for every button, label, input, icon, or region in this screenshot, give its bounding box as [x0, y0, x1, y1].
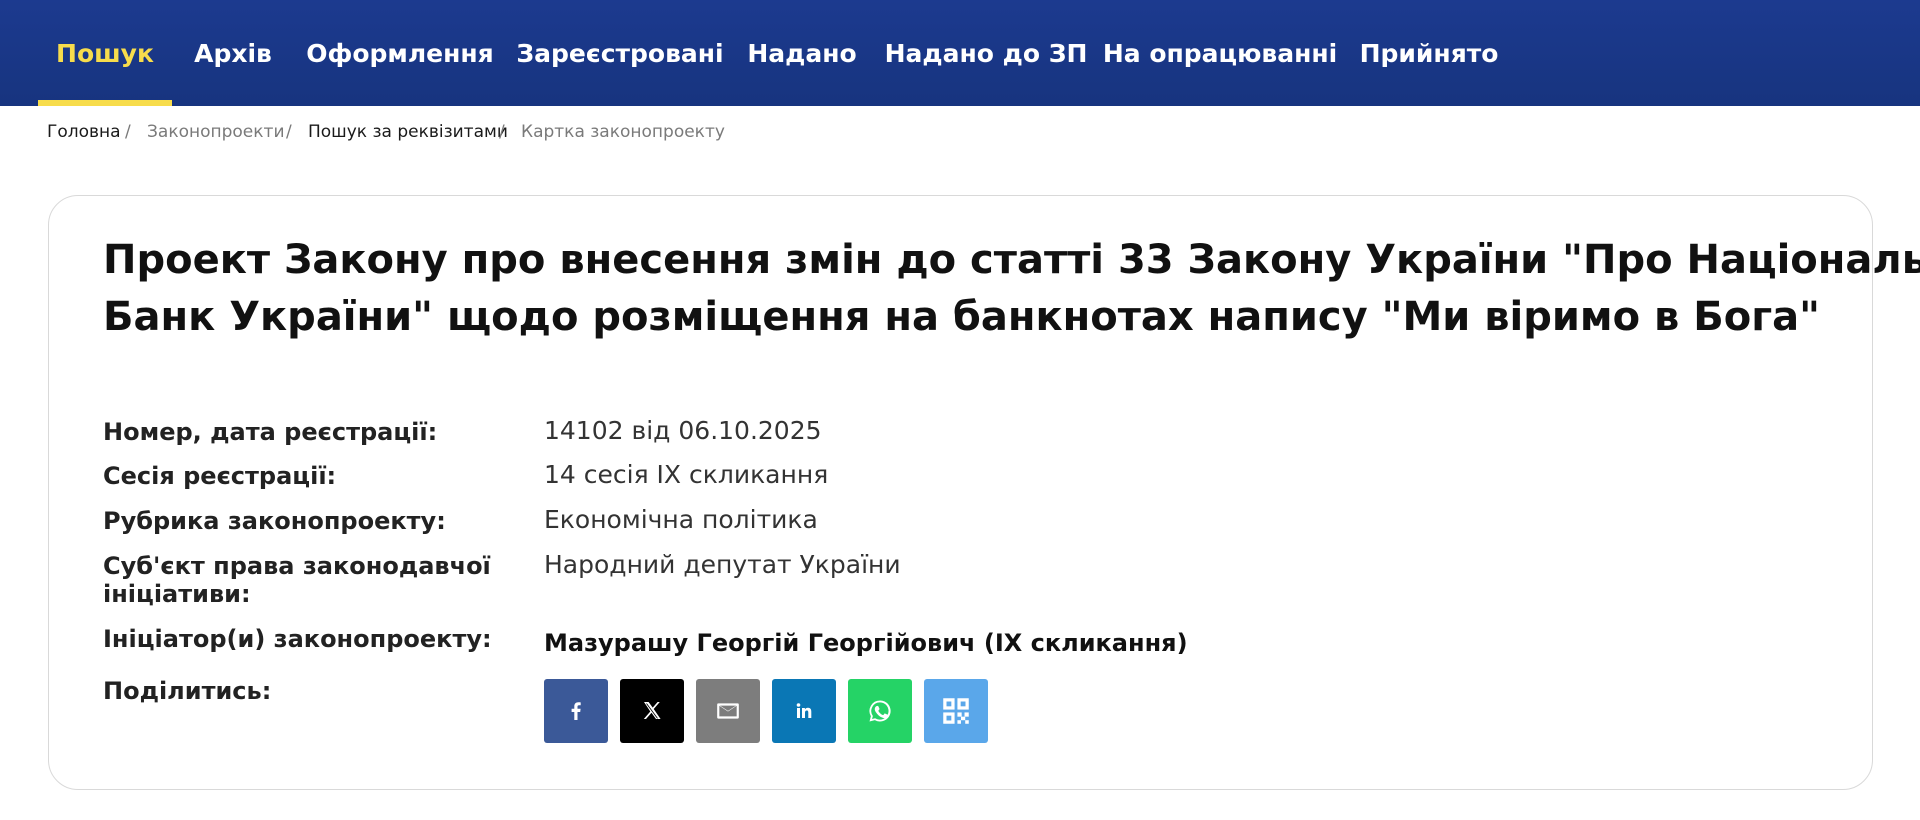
bill-title-line-1: Проект Закону про внесення змін до статт… — [103, 237, 1920, 283]
registration-session-label: Сесія реєстрації: — [103, 462, 337, 490]
initiator-value[interactable]: Мазурашу Георгій Георгійович (IX скликан… — [544, 628, 1188, 658]
share-qr-button[interactable] — [924, 679, 988, 743]
nav-item-search[interactable]: Пошук — [38, 0, 172, 106]
nav-item-provided-to-zp[interactable]: Надано до ЗП — [885, 0, 1088, 106]
nav-item-provided[interactable]: Надано — [747, 0, 856, 106]
qr-code-icon — [943, 698, 969, 724]
bill-rubric-label: Рубрика законопроекту: — [103, 507, 446, 535]
breadcrumb-search-by-details[interactable]: Пошук за реквізитами — [308, 122, 508, 142]
active-tab-indicator — [38, 100, 172, 106]
email-icon — [717, 703, 739, 719]
x-icon — [643, 702, 661, 719]
registration-number-value: 14102 від 06.10.2025 — [544, 416, 822, 445]
breadcrumb: Головна / Законопроекти / Пошук за рекві… — [0, 122, 1920, 148]
registration-session-value: 14 сесія IX скликання — [544, 460, 829, 489]
share-facebook-button[interactable] — [544, 679, 608, 743]
share-linkedin-button[interactable] — [772, 679, 836, 743]
breadcrumb-bill-card: Картка законопроекту — [521, 122, 725, 142]
bill-title: Проект Закону про внесення змін до статт… — [103, 232, 1920, 346]
initiative-subject-label-line-1: Суб'єкт права законодавчої — [103, 552, 491, 580]
nav-item-accepted[interactable]: Прийнято — [1360, 0, 1499, 106]
breadcrumb-separator: / — [125, 122, 131, 142]
initiative-subject-label: Суб'єкт права законодавчої ініціативи: — [103, 552, 491, 608]
facebook-icon — [571, 702, 581, 720]
breadcrumb-separator: / — [499, 122, 505, 142]
linkedin-icon — [796, 703, 812, 718]
bill-rubric-value: Економічна політика — [544, 505, 818, 534]
share-email-button[interactable] — [696, 679, 760, 743]
share-whatsapp-button[interactable] — [848, 679, 912, 743]
breadcrumb-bills[interactable]: Законопроекти — [147, 122, 285, 142]
breadcrumb-separator: / — [286, 122, 292, 142]
whatsapp-icon — [869, 700, 891, 722]
initiative-subject-value: Народний депутат України — [544, 550, 901, 579]
bill-title-line-2: Банк України" щодо розміщення на банкнот… — [103, 294, 1820, 340]
breadcrumb-home[interactable]: Головна — [47, 122, 121, 142]
nav-item-archive[interactable]: Архів — [190, 0, 276, 106]
registration-number-label: Номер, дата реєстрації: — [103, 418, 438, 446]
share-label: Поділитись: — [103, 677, 272, 705]
initiative-subject-label-line-2: ініціативи: — [103, 580, 251, 608]
top-navigation: Пошук Архів Оформлення Зареєстровані Над… — [0, 0, 1920, 106]
share-x-button[interactable] — [620, 679, 684, 743]
nav-item-registered[interactable]: Зареєстровані — [516, 0, 723, 106]
nav-item-processing[interactable]: На опрацюванні — [1103, 0, 1337, 106]
initiator-label: Ініціатор(и) законопроекту: — [103, 625, 492, 653]
nav-item-drafting[interactable]: Оформлення — [306, 0, 493, 106]
